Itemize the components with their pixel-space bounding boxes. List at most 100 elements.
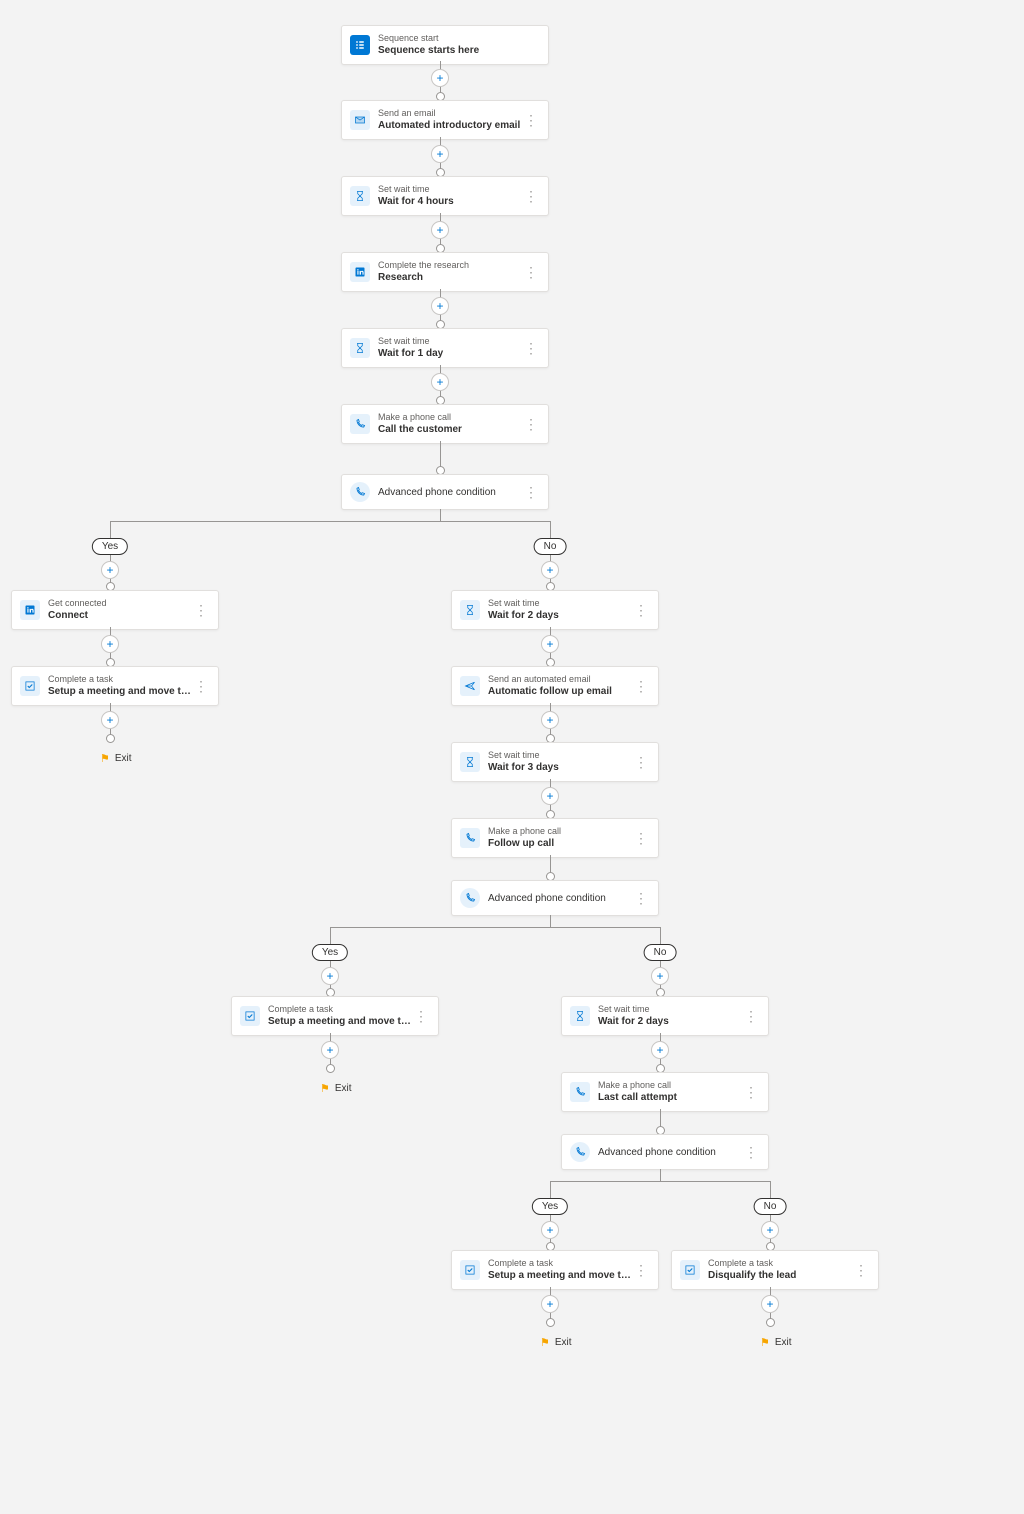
node-task[interactable]: Complete a taskDisqualify the lead⋮ [671, 1250, 879, 1290]
node-task[interactable]: Complete a taskSetup a meeting and move … [451, 1250, 659, 1290]
add-step[interactable]: + [321, 967, 339, 985]
node-wait[interactable]: Set wait timeWait for 3 days⋮ [451, 742, 659, 782]
more-icon[interactable]: ⋮ [192, 681, 210, 691]
mail-icon [350, 110, 370, 130]
add-step[interactable]: + [431, 221, 449, 239]
phone-condition-icon [350, 482, 370, 502]
connector-dot [766, 1318, 775, 1327]
task-icon [20, 676, 40, 696]
branch-yes: Yes [532, 1198, 568, 1215]
phone-condition-icon [570, 1142, 590, 1162]
branch-no: No [534, 538, 567, 555]
connector [330, 927, 661, 928]
add-step[interactable]: + [101, 711, 119, 729]
node-email[interactable]: Send an emailAutomated introductory emai… [341, 100, 549, 140]
add-step[interactable]: + [651, 1041, 669, 1059]
phone-icon [460, 828, 480, 848]
node-condition[interactable]: Advanced phone condition⋮ [561, 1134, 769, 1170]
more-icon[interactable]: ⋮ [632, 1265, 650, 1275]
node-wait[interactable]: Set wait timeWait for 1 day⋮ [341, 328, 549, 368]
connector [330, 927, 331, 945]
more-icon[interactable]: ⋮ [522, 343, 540, 353]
connector [660, 927, 661, 945]
node-auto-email[interactable]: Send an automated emailAutomatic follow … [451, 666, 659, 706]
add-step[interactable]: + [761, 1295, 779, 1313]
send-icon [460, 676, 480, 696]
exit-marker: ⚑Exit [760, 1336, 792, 1349]
add-step[interactable]: + [541, 787, 559, 805]
task-icon [680, 1260, 700, 1280]
exit-marker: ⚑Exit [320, 1082, 352, 1095]
more-icon[interactable]: ⋮ [192, 605, 210, 615]
add-step[interactable]: + [761, 1221, 779, 1239]
wait-icon [350, 338, 370, 358]
add-step[interactable]: + [541, 1221, 559, 1239]
add-step[interactable]: + [541, 1295, 559, 1313]
node-call[interactable]: Make a phone callFollow up call⋮ [451, 818, 659, 858]
wait-icon [460, 752, 480, 772]
more-icon[interactable]: ⋮ [742, 1147, 760, 1157]
node-wait[interactable]: Set wait timeWait for 2 days⋮ [451, 590, 659, 630]
node-research[interactable]: Complete the researchResearch⋮ [341, 252, 549, 292]
task-icon [460, 1260, 480, 1280]
add-step[interactable]: + [431, 69, 449, 87]
node-task[interactable]: Complete a taskSetup a meeting and move … [231, 996, 439, 1036]
node-task[interactable]: Complete a taskSetup a meeting and move … [11, 666, 219, 706]
add-step[interactable]: + [431, 373, 449, 391]
add-step[interactable]: + [541, 711, 559, 729]
add-step[interactable]: + [431, 145, 449, 163]
branch-no: No [754, 1198, 787, 1215]
more-icon[interactable]: ⋮ [522, 419, 540, 429]
more-icon[interactable]: ⋮ [522, 191, 540, 201]
connector [110, 521, 551, 522]
task-icon [240, 1006, 260, 1026]
connector-dot [326, 1064, 335, 1073]
branch-yes: Yes [92, 538, 128, 555]
branch-no: No [644, 944, 677, 961]
node-connect[interactable]: Get connectedConnect⋮ [11, 590, 219, 630]
add-step[interactable]: + [321, 1041, 339, 1059]
node-condition[interactable]: Advanced phone condition⋮ [451, 880, 659, 916]
phone-condition-icon [460, 888, 480, 908]
flag-icon: ⚑ [320, 1082, 330, 1095]
node-wait[interactable]: Set wait timeWait for 2 days⋮ [561, 996, 769, 1036]
more-icon[interactable]: ⋮ [412, 1011, 430, 1021]
connector [440, 509, 441, 521]
phone-icon [350, 414, 370, 434]
node-start[interactable]: Sequence startSequence starts here [341, 25, 549, 65]
node-call[interactable]: Make a phone callCall the customer⋮ [341, 404, 549, 444]
node-call[interactable]: Make a phone callLast call attempt⋮ [561, 1072, 769, 1112]
add-step[interactable]: + [541, 561, 559, 579]
connector [550, 521, 551, 539]
add-step[interactable]: + [431, 297, 449, 315]
connector [550, 1181, 771, 1182]
more-icon[interactable]: ⋮ [632, 833, 650, 843]
node-wait[interactable]: Set wait timeWait for 4 hours⋮ [341, 176, 549, 216]
connector [550, 915, 551, 927]
more-icon[interactable]: ⋮ [632, 893, 650, 903]
exit-marker: ⚑Exit [540, 1336, 572, 1349]
more-icon[interactable]: ⋮ [632, 605, 650, 615]
linkedin-icon [350, 262, 370, 282]
add-step[interactable]: + [101, 635, 119, 653]
node-title: Sequence starts here [378, 44, 540, 57]
wait-icon [350, 186, 370, 206]
add-step[interactable]: + [541, 635, 559, 653]
more-icon[interactable]: ⋮ [632, 681, 650, 691]
connector-dot [546, 1318, 555, 1327]
add-step[interactable]: + [101, 561, 119, 579]
flag-icon: ⚑ [540, 1336, 550, 1349]
more-icon[interactable]: ⋮ [742, 1011, 760, 1021]
flag-icon: ⚑ [760, 1336, 770, 1349]
branch-yes: Yes [312, 944, 348, 961]
connector [660, 1169, 661, 1181]
more-icon[interactable]: ⋮ [522, 267, 540, 277]
more-icon[interactable]: ⋮ [522, 115, 540, 125]
more-icon[interactable]: ⋮ [632, 757, 650, 767]
more-icon[interactable]: ⋮ [522, 487, 540, 497]
more-icon[interactable]: ⋮ [742, 1087, 760, 1097]
add-step[interactable]: + [651, 967, 669, 985]
node-condition[interactable]: Advanced phone condition⋮ [341, 474, 549, 510]
more-icon[interactable]: ⋮ [852, 1265, 870, 1275]
connector [110, 521, 111, 539]
